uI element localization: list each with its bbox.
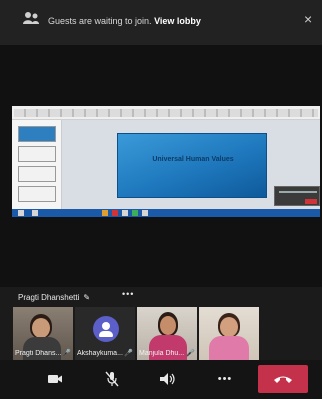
ppt-ribbon-tools <box>14 109 318 117</box>
mic-on-icon: 🎤 <box>186 350 195 357</box>
popup-button <box>305 199 317 204</box>
camera-button[interactable] <box>40 367 70 391</box>
taskbar-icon <box>122 210 128 216</box>
slide-thumbnails <box>12 120 62 209</box>
taskbar-icon <box>18 210 24 216</box>
mic-muted-icon <box>105 371 119 387</box>
participant-label: Manjula Dhu... 🎤 <box>139 349 195 358</box>
participant-name: Manjula Dhu... <box>139 349 185 357</box>
taskbar-icon <box>142 210 148 216</box>
taskbar <box>12 209 320 217</box>
person-face <box>32 318 50 338</box>
mic-on-icon: 🎤 <box>62 350 71 357</box>
current-slide: Universal Human Values <box>117 133 267 198</box>
shared-screen: Universal Human Values <box>12 106 320 217</box>
taskbar-icon <box>102 210 108 216</box>
slide-thumbnail <box>18 126 56 142</box>
notification-popup <box>274 186 320 206</box>
slide-title: Universal Human Values <box>152 156 234 163</box>
active-speaker-label: Pragti Dhanshetti ✎ <box>18 290 90 304</box>
ppt-ribbon <box>12 106 320 120</box>
slide-thumbnail <box>18 146 56 162</box>
speaker-button[interactable] <box>153 367 183 391</box>
person-face <box>220 317 238 337</box>
lobby-banner: Guests are waiting to join. View lobby × <box>0 0 322 45</box>
close-icon[interactable]: × <box>304 12 312 26</box>
taskbar-icon <box>112 210 118 216</box>
view-lobby-link[interactable]: View lobby <box>154 16 201 26</box>
participant-gallery: Pragti Dhans... 🎤 Akshaykuma... 🎤 Manjul… <box>13 307 322 360</box>
participant-label: Akshaykuma... 🎤 <box>77 349 133 358</box>
hang-up-button[interactable] <box>258 365 308 393</box>
participant-name: Akshaykuma... <box>77 349 123 357</box>
participant-tile[interactable] <box>199 307 259 360</box>
mute-button[interactable] <box>97 367 127 391</box>
speaker-more-button[interactable]: ••• <box>122 289 134 299</box>
avatar <box>93 316 119 342</box>
avatar-body <box>99 331 113 337</box>
video-camera-icon <box>48 375 62 383</box>
pen-icon: ✎ <box>83 292 91 302</box>
avatar-head <box>102 322 110 330</box>
lobby-message: Guests are waiting to join. View lobby <box>48 16 201 26</box>
taskbar-icon <box>32 210 38 216</box>
participant-name: Pragti Dhans... <box>15 349 61 357</box>
call-controls: ••• <box>0 360 322 399</box>
active-speaker-name: Pragti Dhanshetti <box>18 292 80 302</box>
taskbar-icon <box>132 210 138 216</box>
speaker-icon <box>160 373 175 385</box>
participant-label: Pragti Dhans... 🎤 <box>15 349 71 358</box>
mic-on-icon: 🎤 <box>124 350 133 357</box>
person-shirt <box>209 336 249 360</box>
participant-tile[interactable]: Akshaykuma... 🎤 <box>75 307 135 360</box>
end-call-icon <box>274 376 292 383</box>
person-face <box>160 316 176 335</box>
lobby-message-text: Guests are waiting to join. <box>48 16 152 26</box>
participant-tile[interactable]: Pragti Dhans... 🎤 <box>13 307 73 360</box>
slide-thumbnail <box>18 186 56 202</box>
more-options-button[interactable]: ••• <box>210 367 240 391</box>
participant-tile[interactable]: Manjula Dhu... 🎤 <box>137 307 197 360</box>
popup-text-line <box>279 191 317 193</box>
slide-thumbnail <box>18 166 56 182</box>
people-icon <box>23 12 39 24</box>
